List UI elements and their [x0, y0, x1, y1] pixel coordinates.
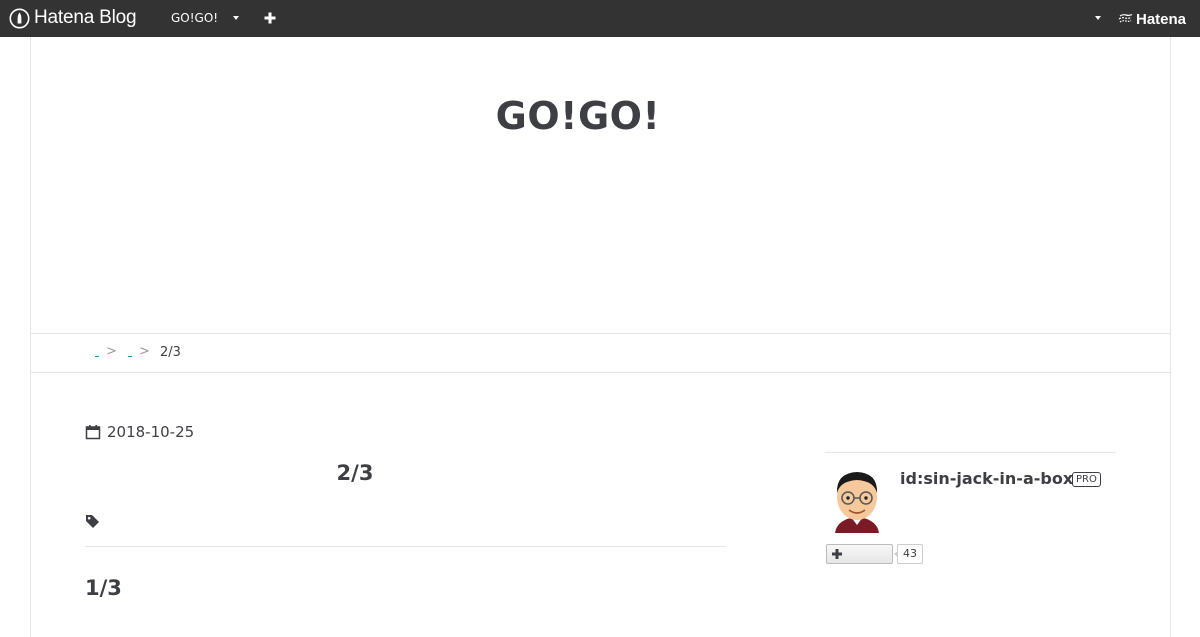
hatena-blog-logo-link[interactable]: Hatena Blog — [9, 7, 137, 29]
entry-title[interactable]: 2/3 — [85, 461, 625, 485]
breadcrumb-link-top[interactable] — [95, 356, 99, 357]
profile-module: id:sin-jack-in-a-box PRO 43 — [825, 452, 1116, 572]
blog-title[interactable]: GO!GO! — [31, 94, 1125, 138]
hatena-logo-text: Hatena — [1136, 10, 1187, 28]
section-heading: 1/3 — [85, 576, 122, 600]
pro-badge: PRO — [1072, 472, 1101, 487]
breadcrumb-link-category[interactable] — [128, 356, 132, 357]
entry-divider — [85, 546, 726, 547]
breadcrumb-separator: > — [106, 344, 117, 359]
profile-id-link[interactable]: id:sin-jack-in-a-box — [900, 469, 1073, 488]
blog-menu-caret-down-icon[interactable] — [233, 16, 239, 20]
breadcrumb-separator: > — [139, 344, 150, 359]
calendar-icon — [85, 425, 101, 440]
subscriber-count[interactable]: 43 — [894, 544, 923, 564]
hatena-blog-logo-icon — [9, 8, 30, 28]
avatar[interactable] — [829, 467, 885, 533]
hatena-logo-link[interactable]: Hatena — [1118, 10, 1186, 28]
page-container: GO!GO! > > 2/3 2018-10-25 2/3 1/3 id:sin… — [30, 37, 1171, 637]
entry-date-text: 2018-10-25 — [107, 423, 195, 441]
global-header: Hatena Blog GO!GO! Hatena — [0, 0, 1200, 37]
entry-date[interactable]: 2018-10-25 — [85, 423, 194, 441]
blog-name-link[interactable]: GO!GO! — [171, 11, 218, 25]
user-menu-caret-down-icon[interactable] — [1095, 16, 1101, 20]
breadcrumb-current: 2/3 — [160, 345, 181, 360]
hatena-blog-logo-text: Hatena Blog — [34, 7, 137, 28]
plus-icon[interactable] — [263, 11, 277, 25]
plus-icon — [832, 549, 842, 559]
hatena-logo-icon — [1118, 13, 1133, 23]
breadcrumb: > > 2/3 — [30, 333, 1171, 373]
tag-icon — [86, 515, 99, 528]
subscribe-button[interactable] — [826, 544, 893, 564]
